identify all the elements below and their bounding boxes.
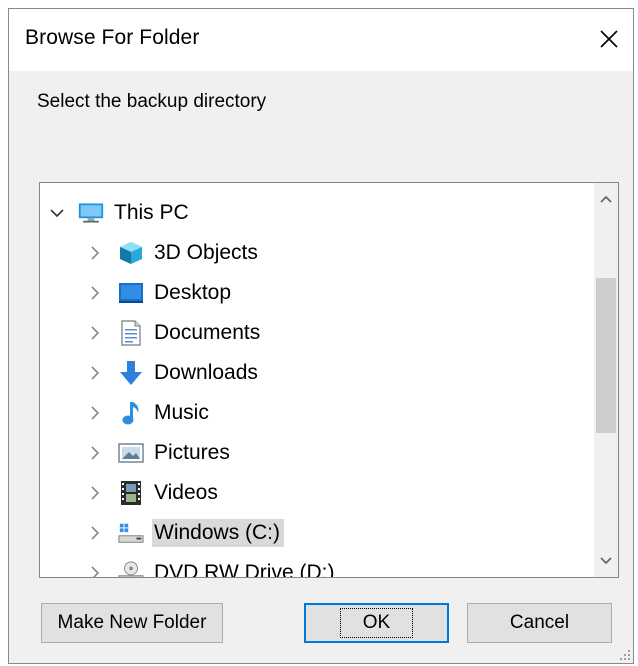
chevron-right-icon[interactable] <box>86 524 104 542</box>
close-button[interactable] <box>591 21 627 57</box>
tree-item-desktop[interactable]: Desktop <box>86 276 235 310</box>
chevron-down-icon[interactable] <box>48 204 66 222</box>
tree-item-this-pc[interactable]: This PC <box>48 196 193 230</box>
tree-item-documents[interactable]: Documents <box>86 316 264 350</box>
cancel-button[interactable]: Cancel <box>467 603 612 643</box>
chevron-right-icon[interactable] <box>86 244 104 262</box>
documents-icon <box>118 320 144 346</box>
chevron-right-icon[interactable] <box>86 564 104 577</box>
3d-objects-icon <box>118 240 144 266</box>
chevron-right-icon[interactable] <box>86 404 104 422</box>
chevron-right-icon[interactable] <box>86 484 104 502</box>
tree-item-windows-c[interactable]: Windows (C:) <box>86 516 285 550</box>
scroll-up-button[interactable] <box>594 187 618 211</box>
scroll-thumb[interactable] <box>596 278 616 433</box>
tree-item-downloads[interactable]: Downloads <box>86 356 262 390</box>
tree-item-music[interactable]: Music <box>86 396 213 430</box>
make-new-folder-button[interactable]: Make New Folder <box>41 603 223 643</box>
browse-for-folder-dialog: Browse For Folder Select the backup dire… <box>8 8 634 664</box>
videos-icon <box>118 480 144 506</box>
tree-item-dvd-rw-drive-d[interactable]: DVD RW Drive (D:) <box>86 556 338 578</box>
tree-item-videos[interactable]: Videos <box>86 476 222 510</box>
tree-item-3d-objects[interactable]: 3D Objects <box>86 236 262 270</box>
tree-item-label: Music <box>154 401 209 424</box>
desktop-icon <box>118 280 144 306</box>
folder-tree[interactable]: This PC 3D Objects Desktop Documents Dow… <box>39 182 619 578</box>
dialog-prompt: Select the backup directory <box>37 91 267 112</box>
ok-button[interactable]: OK <box>304 603 449 643</box>
tree-item-label: Videos <box>154 481 218 504</box>
chevron-up-icon <box>600 195 612 203</box>
resize-grip-icon[interactable] <box>619 649 631 661</box>
tree-item-label: DVD RW Drive (D:) <box>154 561 335 578</box>
chevron-right-icon[interactable] <box>86 324 104 342</box>
vertical-scrollbar[interactable] <box>594 183 618 577</box>
chevron-right-icon[interactable] <box>86 364 104 382</box>
chevron-right-icon[interactable] <box>86 284 104 302</box>
cancel-label: Cancel <box>509 612 570 633</box>
title-bar[interactable]: Browse For Folder <box>9 9 633 71</box>
tree-item-pictures[interactable]: Pictures <box>86 436 234 470</box>
scroll-down-button[interactable] <box>594 549 618 573</box>
music-icon <box>118 400 144 426</box>
tree-item-label: Documents <box>154 321 261 344</box>
chevron-right-icon[interactable] <box>86 444 104 462</box>
tree-item-label: Pictures <box>154 441 230 464</box>
tree-item-label: Windows (C:) <box>152 519 285 547</box>
tree-item-label: This PC <box>114 201 189 224</box>
tree-item-label: 3D Objects <box>154 241 258 264</box>
pictures-icon <box>118 440 144 466</box>
close-icon <box>600 30 618 48</box>
tree-item-label: Desktop <box>154 281 232 304</box>
dialog-title: Browse For Folder <box>25 26 200 49</box>
chevron-down-icon <box>600 557 612 565</box>
tree-item-label: Downloads <box>154 361 258 384</box>
downloads-icon <box>118 360 144 386</box>
dvd-drive-icon <box>118 560 144 577</box>
ok-label: OK <box>339 608 414 638</box>
make-new-folder-label: Make New Folder <box>57 612 207 633</box>
pc-icon <box>78 200 104 226</box>
drive-icon <box>118 520 144 546</box>
